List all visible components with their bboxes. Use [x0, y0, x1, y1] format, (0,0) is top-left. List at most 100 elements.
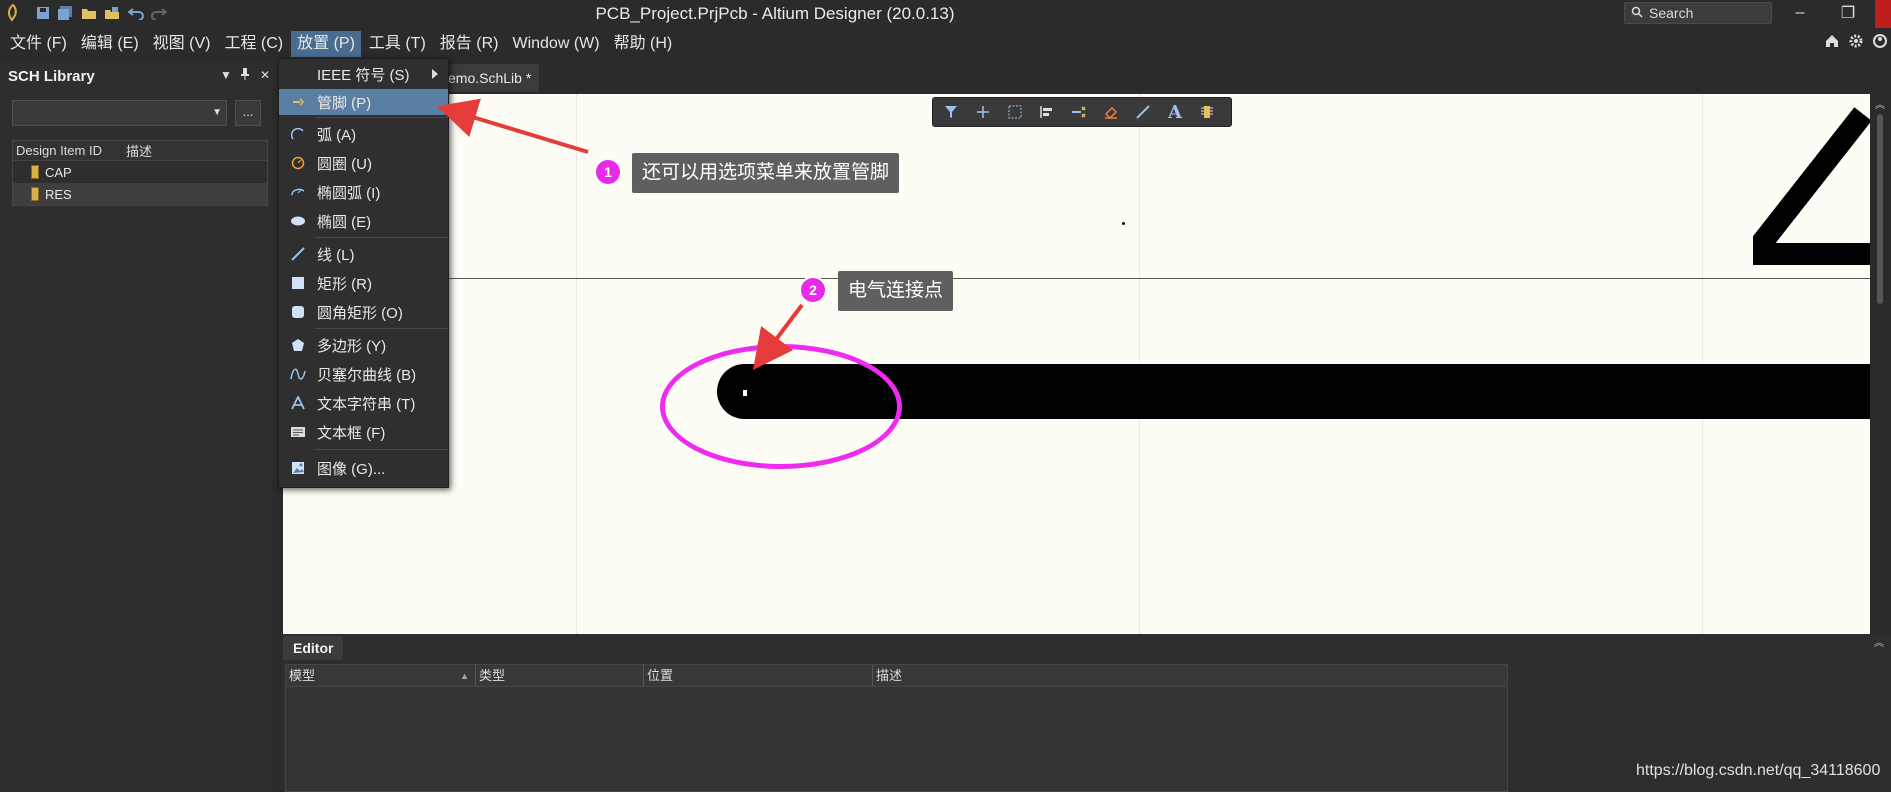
part-icon[interactable]: [1193, 100, 1221, 124]
column-description[interactable]: 描述: [873, 665, 1505, 686]
line-tool-icon[interactable]: [1129, 100, 1157, 124]
tab-editor[interactable]: Editor: [283, 636, 344, 660]
menu-window[interactable]: Window (W): [506, 31, 605, 57]
menu-separator: [315, 449, 448, 450]
menu-edit[interactable]: 编辑 (E): [75, 31, 145, 57]
window-title: PCB_Project.PrjPcb - Altium Designer (20…: [595, 4, 955, 23]
place-pin-icon[interactable]: [1065, 100, 1093, 124]
menu-file[interactable]: 文件 (F): [4, 31, 73, 57]
image-icon: [279, 461, 317, 475]
scroll-up-chevron-icon[interactable]: ︽: [1875, 96, 1885, 111]
text-tool-glyph: A: [1168, 101, 1182, 123]
chevron-down-icon: ▼: [212, 107, 222, 118]
table-row[interactable]: CAP: [13, 161, 267, 183]
menu-place[interactable]: 放置 (P): [291, 31, 361, 57]
filter-icon[interactable]: [937, 100, 965, 124]
schematic-canvas[interactable]: [283, 94, 1870, 634]
crosshair-icon[interactable]: [969, 100, 997, 124]
menu-item-text-string[interactable]: 文本字符串 (T): [279, 390, 448, 416]
column-model[interactable]: 模型 ▲: [286, 665, 476, 686]
component-table: Design Item ID 描述 CAP RES: [12, 140, 268, 206]
close-button[interactable]: [1875, 0, 1891, 28]
callout-label-2: 电气连接点: [838, 271, 954, 311]
panel-pin-icon[interactable]: [240, 68, 250, 83]
origin-marker: [1122, 222, 1125, 225]
menu-separator: [315, 237, 448, 238]
menu-item-rectangle[interactable]: 矩形 (R): [279, 270, 448, 296]
menu-item-label: 椭圆弧 (I): [317, 184, 381, 202]
menu-item-full-circle[interactable]: 圆圈 (U): [279, 150, 448, 176]
collapse-chevron-icon[interactable]: ︽: [1874, 634, 1884, 649]
menu-item-label: IEEE 符号 (S): [317, 66, 410, 84]
search-input[interactable]: Search: [1624, 2, 1772, 24]
align-icon[interactable]: [1033, 100, 1061, 124]
menu-help[interactable]: 帮助 (H): [608, 31, 679, 57]
menu-item-label: 贝塞尔曲线 (B): [317, 366, 417, 384]
axis-line: [283, 278, 1870, 279]
component-id: RES: [45, 186, 72, 202]
column-design-item-id[interactable]: Design Item ID: [13, 143, 123, 158]
text-frame-icon: [279, 426, 317, 438]
library-filter-combo[interactable]: ▼: [12, 100, 227, 126]
account-icon[interactable]: [1873, 34, 1887, 52]
menu-item-label: 图像 (G)...: [317, 460, 386, 478]
callout-badge-2: 2: [799, 276, 827, 304]
menu-item-ellipse[interactable]: 椭圆 (E): [279, 208, 448, 234]
component-icon: [31, 165, 39, 179]
restore-button[interactable]: ❐: [1833, 2, 1863, 24]
sch-library-panel: SCH Library ▼ ✕ ▼ ... Design Item ID 描述 …: [0, 62, 272, 792]
table-header: Design Item ID 描述: [13, 141, 267, 161]
menu-reports[interactable]: 报告 (R): [434, 31, 505, 57]
place-dropdown-menu: IEEE 符号 (S) 管脚 (P) 弧 (A) 圆圈 (U) 椭圆弧 (I) …: [278, 58, 449, 488]
menu-item-elliptical-arc[interactable]: 椭圆弧 (I): [279, 179, 448, 205]
table-row[interactable]: RES: [13, 183, 267, 205]
watermark-text: https://blog.csdn.net/qq_34118600: [1636, 762, 1881, 779]
arc-icon: [279, 127, 317, 141]
menu-item-ieee-symbol[interactable]: IEEE 符号 (S): [279, 61, 448, 87]
text-string-icon: [279, 396, 317, 410]
menu-item-label: 圆圈 (U): [317, 155, 372, 173]
menu-item-round-rectangle[interactable]: 圆角矩形 (O): [279, 299, 448, 325]
scroll-thumb[interactable]: [1877, 114, 1883, 304]
tab-schlib-document[interactable]: emo.SchLib *: [440, 64, 540, 92]
home-icon[interactable]: [1825, 34, 1839, 52]
menu-project[interactable]: 工程 (C): [218, 31, 289, 57]
panel-close-icon[interactable]: ✕: [260, 68, 270, 82]
menu-bar: 文件 (F) 编辑 (E) 视图 (V) 工程 (C) 放置 (P) 工具 (T…: [0, 30, 1891, 58]
text-tool-icon[interactable]: A: [1161, 100, 1189, 124]
column-type[interactable]: 类型: [476, 665, 644, 686]
menu-tools[interactable]: 工具 (T): [363, 31, 432, 57]
minimize-button[interactable]: –: [1785, 2, 1815, 24]
menu-item-pin[interactable]: 管脚 (P): [279, 89, 448, 115]
component-body-shape: [1753, 107, 1870, 265]
menu-item-polygon[interactable]: 多边形 (Y): [279, 332, 448, 358]
menu-view[interactable]: 视图 (V): [147, 31, 217, 57]
column-location[interactable]: 位置: [644, 665, 873, 686]
column-description[interactable]: 描述: [123, 141, 152, 160]
menu-item-label: 线 (L): [317, 246, 355, 264]
gear-icon[interactable]: [1849, 34, 1863, 52]
ellipse-icon: [279, 215, 317, 227]
menu-item-label: 矩形 (R): [317, 275, 372, 293]
line-icon: [279, 247, 317, 261]
select-rect-icon[interactable]: [1001, 100, 1029, 124]
grid-header: 模型 ▲ 类型 位置 描述: [286, 665, 1507, 687]
menu-item-label: 管脚 (P): [317, 94, 372, 112]
search-icon: [1631, 5, 1643, 21]
rectangle-icon: [279, 276, 317, 290]
menubar-right-tools: [1825, 34, 1891, 52]
menu-item-text-frame[interactable]: 文本框 (F): [279, 419, 448, 445]
browse-button[interactable]: ...: [235, 100, 261, 126]
menu-item-line[interactable]: 线 (L): [279, 241, 448, 267]
component-icon: [31, 187, 39, 201]
menu-item-arc[interactable]: 弧 (A): [279, 121, 448, 147]
menu-item-label: 多边形 (Y): [317, 337, 387, 355]
menu-separator: [315, 328, 448, 329]
panel-menu-chevron-icon[interactable]: ▼: [220, 68, 232, 82]
menu-item-image[interactable]: 图像 (G)...: [279, 455, 448, 481]
vertical-scrollbar[interactable]: ︽: [1870, 94, 1891, 634]
submenu-arrow-icon: [432, 69, 438, 79]
eraser-icon[interactable]: [1097, 100, 1125, 124]
menu-item-bezier[interactable]: 贝塞尔曲线 (B): [279, 361, 448, 387]
active-bar-toolbar: A: [932, 97, 1232, 127]
